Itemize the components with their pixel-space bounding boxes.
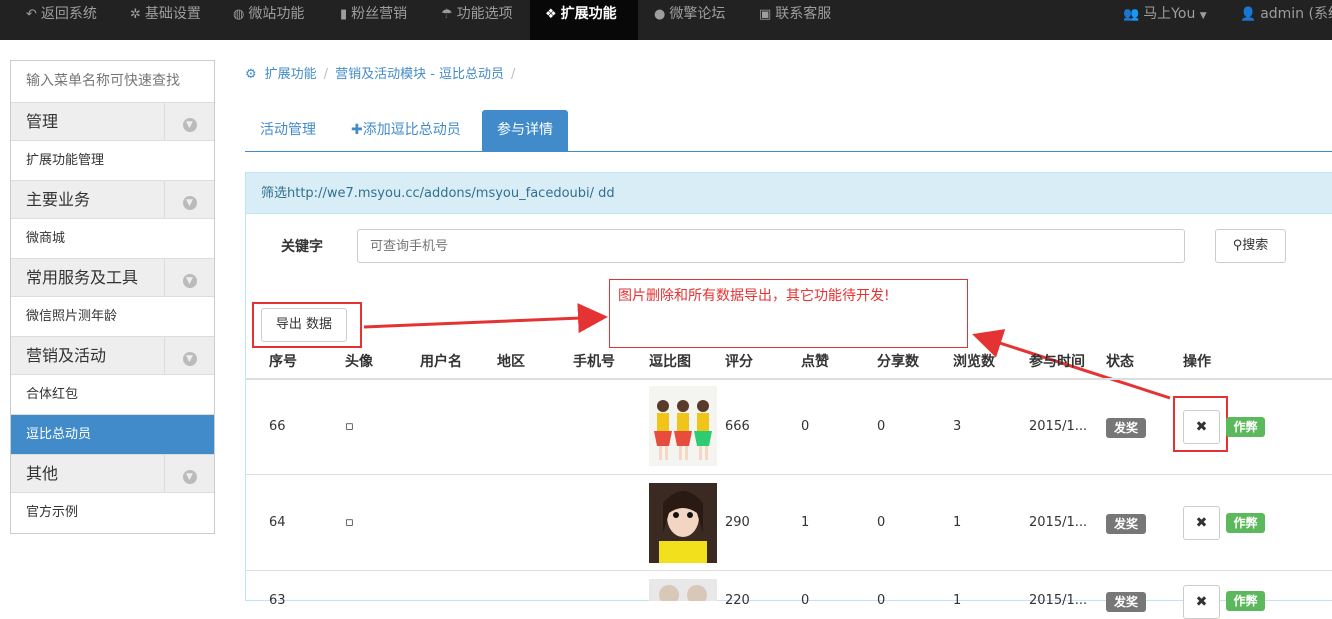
col-views: 浏览数 [953,354,995,370]
cheat-badge[interactable]: 作弊 [1226,591,1265,611]
status-badge[interactable]: 发奖 [1106,418,1146,438]
col-likes: 点赞 [801,354,829,370]
cell-shares: 0 [877,515,886,530]
cell-score: 290 [725,515,750,530]
doubi-image-thumbnail[interactable] [649,386,717,466]
cell-avatar: ▫ [345,419,354,434]
col-image: 逗比图 [649,354,691,370]
close-icon: ✖ [1195,515,1208,531]
doubi-image-thumbnail[interactable] [649,579,717,601]
cell-likes: 0 [801,419,810,434]
cell-likes: 1 [801,515,810,530]
cell-id: 64 [269,515,286,530]
cheat-badge[interactable]: 作弊 [1226,513,1265,533]
cell-id: 66 [269,419,286,434]
table-header-divider [245,378,1332,380]
col-avatar: 头像 [345,354,373,370]
delete-button[interactable]: ✖ [1183,585,1220,619]
col-phone: 手机号 [573,354,615,370]
col-time: 参与时间 [1029,354,1085,370]
cheat-badge[interactable]: 作弊 [1226,417,1265,437]
status-badge[interactable]: 发奖 [1106,514,1146,534]
col-shares: 分享数 [877,354,919,370]
cell-shares: 0 [877,419,886,434]
col-region: 地区 [497,354,525,370]
arrow-to-export [363,303,608,334]
col-status: 状态 [1106,354,1134,370]
cell-time: 2015/1... [1029,419,1088,434]
doubi-image-thumbnail[interactable] [649,483,717,563]
cell-views: 1 [953,515,962,530]
close-icon: ✖ [1195,594,1208,610]
col-id: 序号 [269,354,297,370]
col-username: 用户名 [420,354,462,370]
delete-button[interactable]: ✖ [1183,410,1220,444]
close-icon: ✖ [1195,419,1208,435]
status-badge[interactable]: 发奖 [1106,592,1146,612]
delete-button[interactable]: ✖ [1183,506,1220,540]
row-divider [245,570,1332,571]
cell-views: 3 [953,419,962,434]
col-actions: 操作 [1183,354,1211,370]
cell-time: 2015/1... [1029,515,1088,530]
cell-avatar: ▫ [345,515,354,530]
cell-score: 666 [725,419,750,434]
col-score: 评分 [725,354,753,370]
row-divider [245,474,1332,475]
